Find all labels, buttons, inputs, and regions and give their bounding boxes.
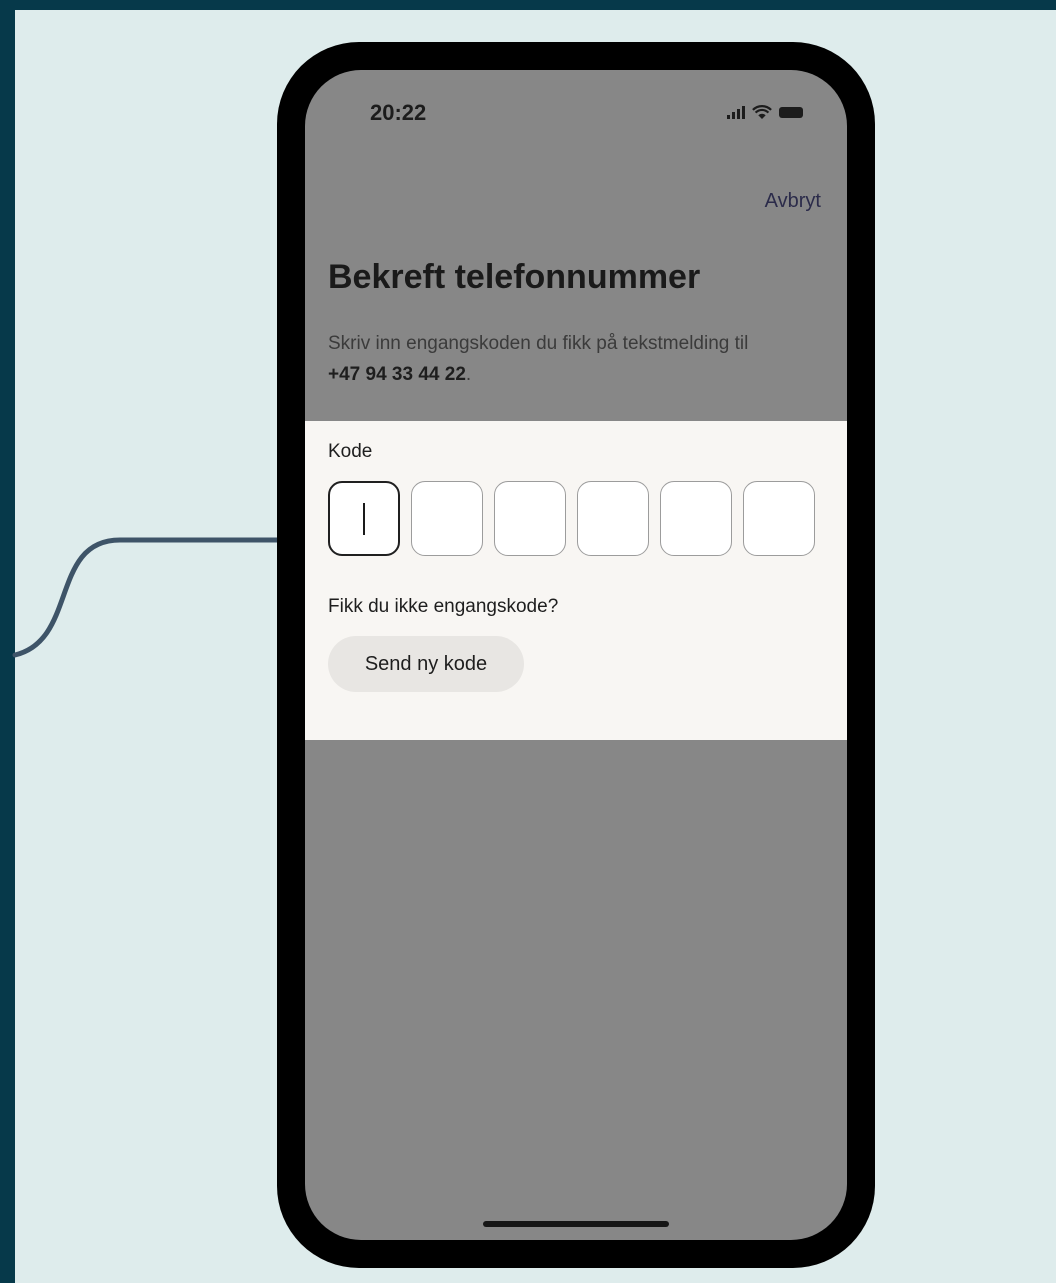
status-time: 20:22 — [370, 100, 427, 125]
page-title: Bekreft telefonnummer — [328, 258, 701, 296]
code-digit-2[interactable] — [411, 481, 483, 556]
code-digit-4[interactable] — [577, 481, 649, 556]
instruction-prefix: Skriv inn engangskoden du fikk på tekstm… — [328, 333, 749, 354]
instruction-text: Skriv inn engangskoden du fikk på tekstm… — [328, 328, 768, 390]
home-indicator[interactable] — [483, 1221, 669, 1227]
instruction-suffix: . — [465, 364, 472, 385]
phone-screen: 20:22 Avbryt Bekreft telefonnummer Skriv… — [305, 70, 847, 1240]
resend-code-button[interactable]: Send ny kode — [328, 636, 524, 692]
cancel-button[interactable]: Avbryt — [765, 190, 821, 213]
code-digit-6[interactable] — [743, 481, 815, 556]
code-digit-1[interactable] — [328, 481, 400, 556]
cellular-signal-icon — [727, 105, 745, 119]
resend-question: Fikk du ikke engangskode? — [328, 596, 559, 617]
code-label: Kode — [328, 441, 373, 462]
phone-frame: 20:22 Avbryt Bekreft telefonnummer Skriv… — [277, 42, 875, 1268]
code-digit-3[interactable] — [494, 481, 566, 556]
code-entry-panel: Kode Fikk du ikke engangskode? Send ny k… — [305, 421, 847, 740]
code-input-group — [328, 481, 815, 556]
wifi-icon — [752, 104, 772, 119]
phone-number: +47 94 33 44 22 — [328, 364, 466, 385]
text-cursor — [363, 502, 365, 535]
status-icons — [727, 104, 803, 120]
battery-icon — [779, 106, 803, 118]
code-digit-5[interactable] — [660, 481, 732, 556]
